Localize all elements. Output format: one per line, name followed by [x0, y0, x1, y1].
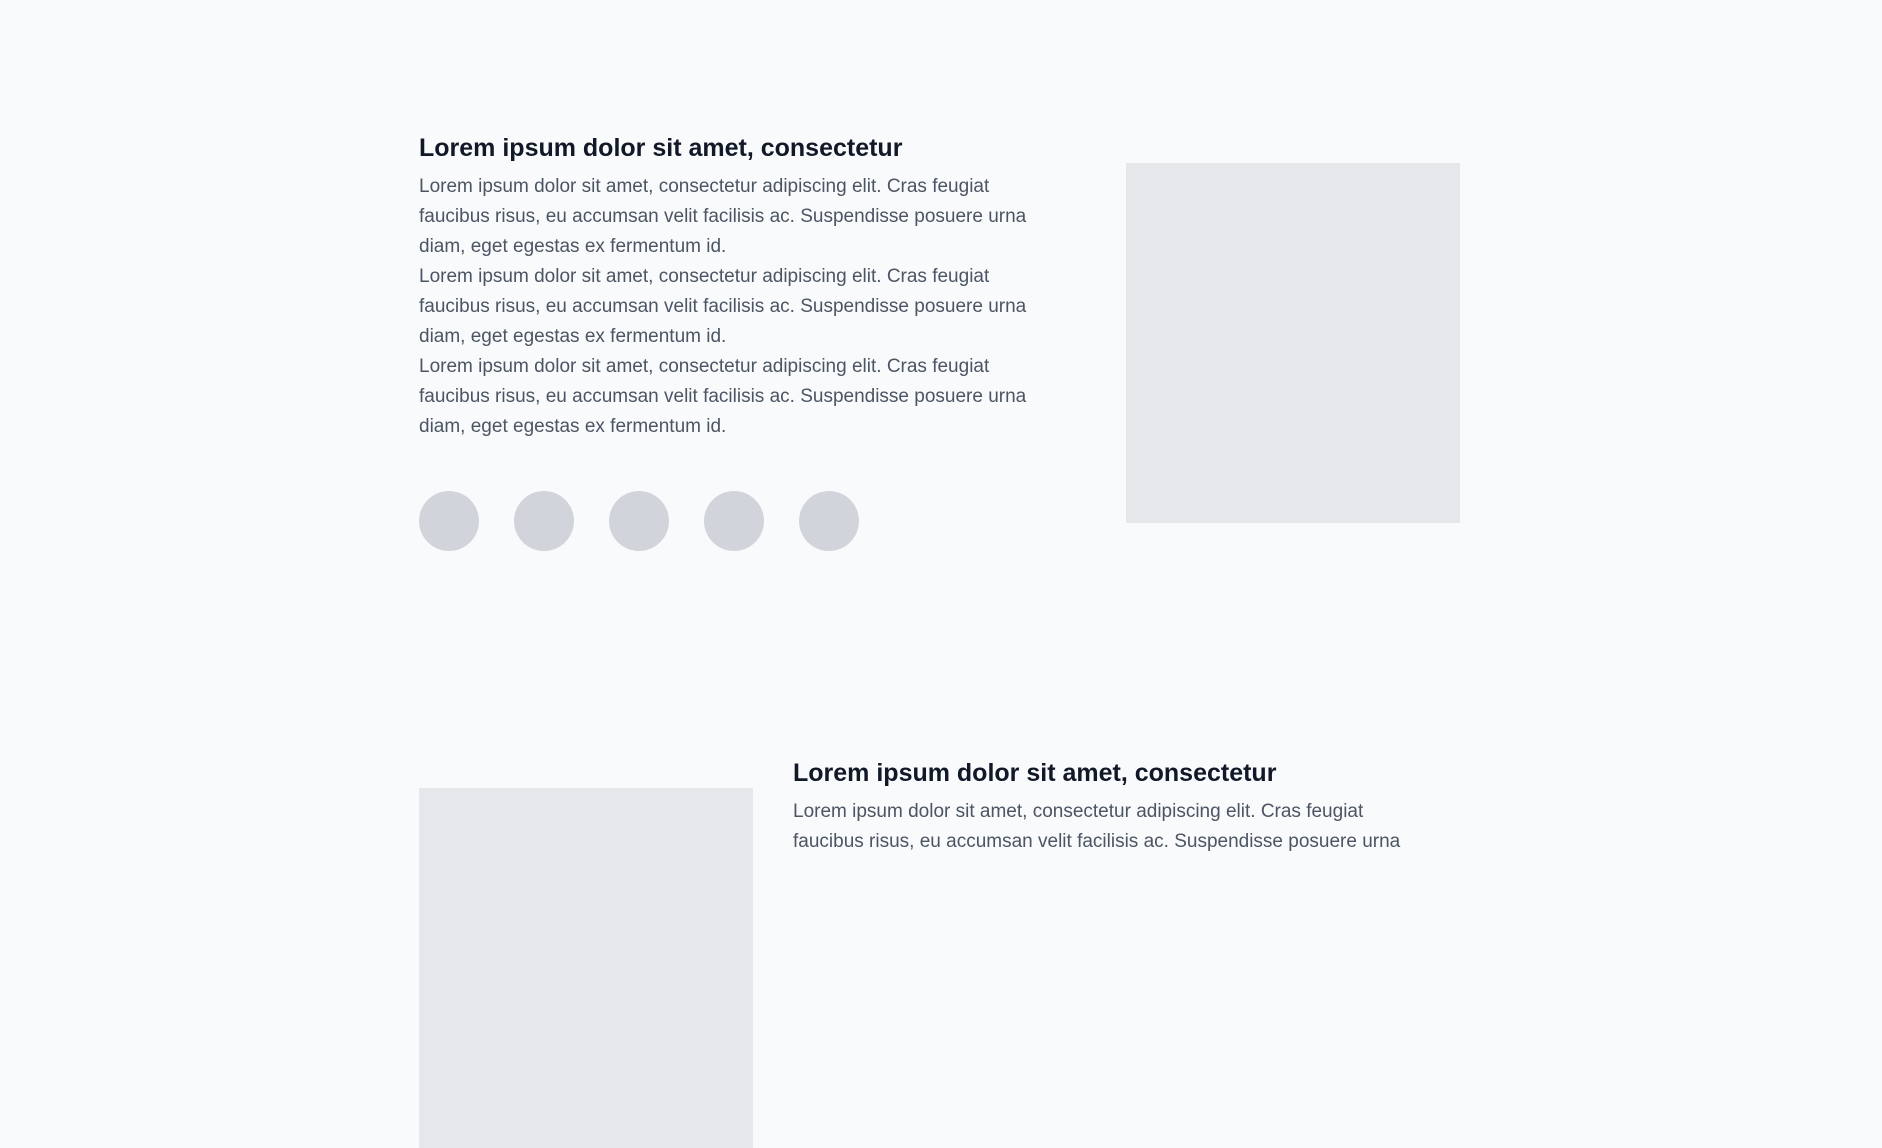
avatar-placeholder [799, 491, 859, 551]
avatar-placeholder [704, 491, 764, 551]
body-paragraph: Lorem ipsum dolor sit amet, consectetur … [793, 801, 1401, 852]
feature-section-2: Lorem ipsum dolor sit amet, consectetur … [419, 755, 1460, 1148]
feature-text-column: Lorem ipsum dolor sit amet, consectetur … [419, 130, 1049, 551]
avatar-placeholder [514, 491, 574, 551]
avatar-placeholder [609, 491, 669, 551]
image-placeholder [419, 788, 753, 1148]
section-title: Lorem ipsum dolor sit amet, consectetur [419, 134, 903, 162]
feature-section-1: Lorem ipsum dolor sit amet, consectetur … [419, 130, 1460, 570]
body-paragraph: Lorem ipsum dolor sit amet, consectetur … [419, 176, 1027, 257]
avatar-placeholder [419, 491, 479, 551]
section-title: Lorem ipsum dolor sit amet, consectetur [793, 759, 1277, 787]
image-placeholder [1126, 163, 1460, 523]
paragraph-group: Lorem ipsum dolor sit amet, consectetur … [419, 172, 1049, 442]
paragraph-group: Lorem ipsum dolor sit amet, consectetur … [793, 797, 1423, 857]
feature-text-column: Lorem ipsum dolor sit amet, consectetur … [793, 755, 1423, 857]
body-paragraph: Lorem ipsum dolor sit amet, consectetur … [419, 356, 1027, 437]
avatar-row [419, 491, 1049, 551]
body-paragraph: Lorem ipsum dolor sit amet, consectetur … [419, 266, 1027, 347]
